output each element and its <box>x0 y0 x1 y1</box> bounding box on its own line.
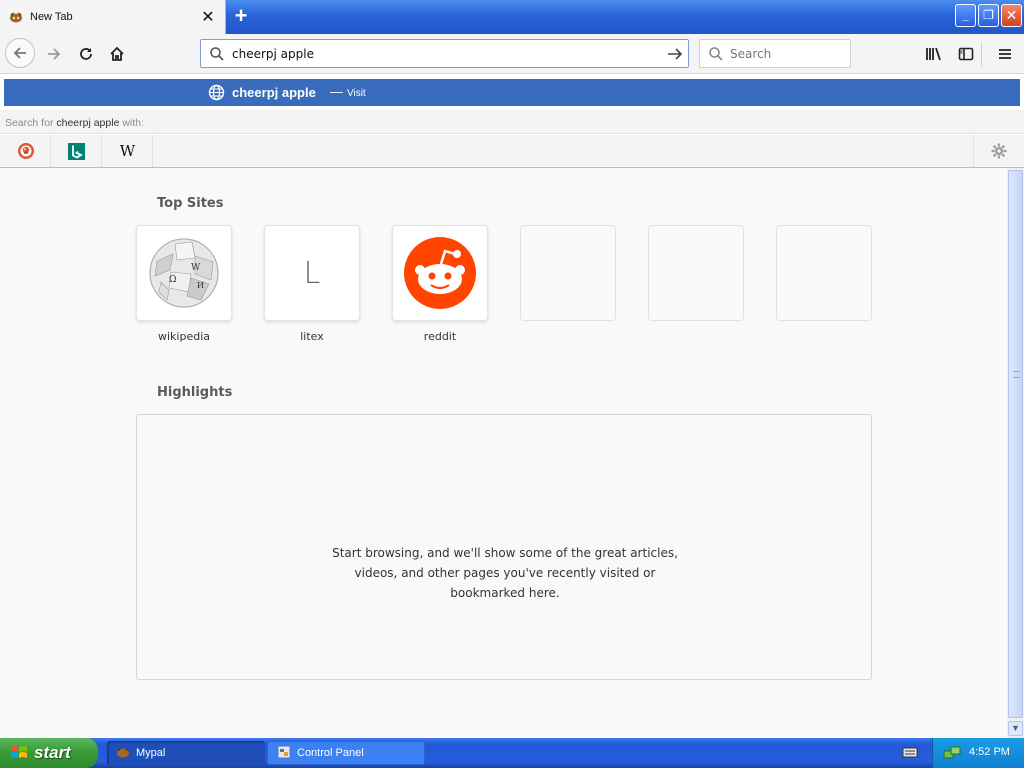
svg-text:Ω: Ω <box>169 275 176 285</box>
top-site-label: litex <box>300 330 324 343</box>
search-with-label: Search for cheerpj apple with: <box>0 110 1024 134</box>
top-site-placeholder <box>520 225 616 321</box>
autocomplete-visit-row[interactable]: cheerpj apple — Visit <box>4 79 1020 106</box>
autocomplete-text: cheerpj apple <box>232 85 316 100</box>
autocomplete-action: Visit <box>347 88 366 99</box>
tab-close-icon[interactable]: ✕ <box>197 7 219 27</box>
home-icon <box>110 46 124 61</box>
windows-logo-icon <box>11 746 27 758</box>
minimize-button[interactable]: _ <box>955 4 976 27</box>
sidebar-icon <box>958 47 974 61</box>
taskbar-item-label: Mypal <box>136 747 166 759</box>
search-with-term: cheerpj apple <box>56 117 120 129</box>
navigation-toolbar <box>0 34 1024 74</box>
tab-strip: New Tab ✕ + _ ❐ ✕ <box>0 0 1024 34</box>
top-site-label: reddit <box>423 330 457 343</box>
mypal-icon <box>115 745 131 762</box>
one-off-search-engines: W <box>0 135 1024 168</box>
reload-button[interactable] <box>72 41 100 67</box>
scroll-grip-icon <box>1013 371 1020 378</box>
reddit-icon <box>404 237 476 309</box>
sidebar-button[interactable] <box>952 41 980 67</box>
svg-text:W: W <box>191 263 201 273</box>
bing-icon <box>68 142 85 160</box>
highlights-message: Start browsing, and we'll show some of t… <box>332 546 678 600</box>
search-icon <box>209 46 225 65</box>
top-site-tile[interactable]: L <box>264 225 360 321</box>
scroll-thumb[interactable] <box>1008 170 1023 718</box>
new-tab-button[interactable]: + <box>230 5 252 27</box>
maximize-button[interactable]: ❐ <box>978 4 999 27</box>
search-with-prefix: Search for <box>5 117 57 129</box>
duckduckgo-icon <box>17 143 34 159</box>
start-label: start <box>34 743 71 762</box>
forward-button[interactable] <box>40 41 68 67</box>
control-panel-icon <box>276 744 292 763</box>
url-bar[interactable] <box>200 39 689 68</box>
svg-text:И: И <box>197 281 204 290</box>
taskbar-item-label: Control Panel <box>297 747 364 759</box>
back-button[interactable] <box>5 38 35 68</box>
tab-new-tab[interactable]: New Tab ✕ <box>0 0 226 34</box>
autocomplete-separator: — <box>330 84 343 99</box>
reload-icon <box>80 48 92 60</box>
newtab-content: Top Sites Ω W И wikipedia L litex reddit… <box>0 168 1007 738</box>
scroll-down-button[interactable]: ▼ <box>1008 721 1023 736</box>
mypal-icon <box>8 10 24 24</box>
tab-title: New Tab <box>30 11 73 23</box>
vertical-scrollbar[interactable]: ▼ <box>1007 168 1024 738</box>
toolbar-separator <box>981 42 982 66</box>
top-sites-title[interactable]: Top Sites <box>157 196 224 211</box>
engine-wikipedia[interactable]: W <box>103 135 153 167</box>
search-with-suffix: with: <box>119 117 144 129</box>
arrow-right-icon[interactable] <box>667 46 683 65</box>
menu-button[interactable] <box>991 41 1019 67</box>
highlights-title[interactable]: Highlights <box>157 385 232 400</box>
keyboard-icon[interactable] <box>902 745 918 762</box>
top-site-placeholder <box>648 225 744 321</box>
home-button[interactable] <box>103 41 131 67</box>
taskbar-item-control-panel[interactable]: Control Panel <box>267 741 425 765</box>
arrow-right-icon <box>48 48 61 60</box>
clock[interactable]: 4:52 PM <box>969 746 1010 758</box>
library-button[interactable] <box>920 41 948 67</box>
arrow-left-icon <box>13 47 26 59</box>
engine-duckduckgo[interactable] <box>1 135 51 167</box>
search-icon <box>708 46 724 65</box>
taskbar: start Mypal Control Panel 4:52 PM <box>0 738 1024 768</box>
library-icon <box>926 47 941 61</box>
wikipedia-icon: W <box>119 142 136 160</box>
close-window-button[interactable]: ✕ <box>1001 4 1022 27</box>
taskbar-item-mypal[interactable]: Mypal <box>107 741 265 765</box>
network-icon[interactable] <box>943 745 961 764</box>
url-input[interactable] <box>232 45 652 63</box>
wikipedia-globe-icon: Ω W И <box>149 238 219 308</box>
engine-bing[interactable] <box>52 135 102 167</box>
top-site-tile[interactable] <box>392 225 488 321</box>
system-tray: 4:52 PM <box>932 738 1024 768</box>
search-settings-button[interactable] <box>973 135 1023 167</box>
top-site-placeholder <box>776 225 872 321</box>
search-bar[interactable] <box>699 39 851 68</box>
hamburger-icon <box>999 49 1011 59</box>
highlights-empty-state: Start browsing, and we'll show some of t… <box>136 414 872 680</box>
gear-icon <box>991 143 1006 159</box>
start-button[interactable]: start <box>0 738 98 768</box>
top-site-tile[interactable]: Ω W И <box>136 225 232 321</box>
top-site-letter: L <box>303 256 321 291</box>
globe-icon <box>208 84 225 104</box>
top-site-label: wikipedia <box>157 330 210 343</box>
search-input[interactable] <box>730 45 845 63</box>
